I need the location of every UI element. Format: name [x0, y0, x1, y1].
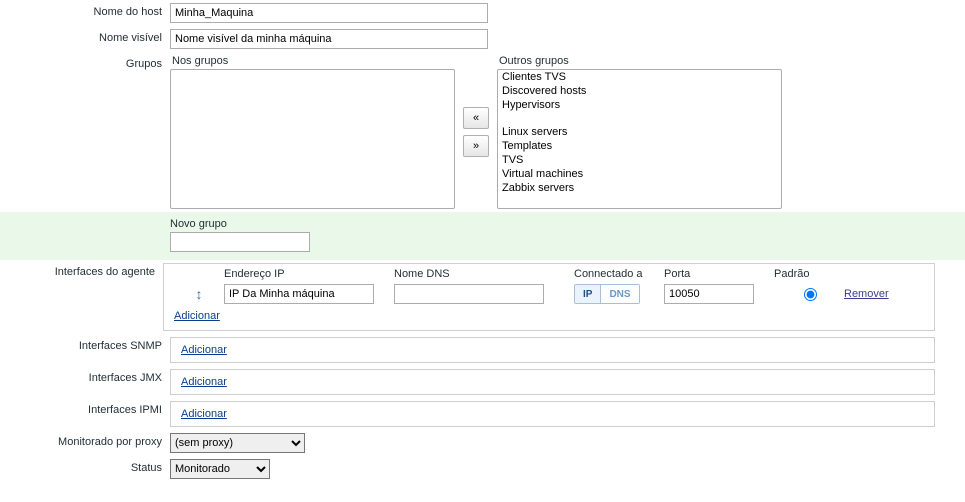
move-right-button[interactable]: »	[463, 135, 489, 157]
header-ip: Endereço IP	[224, 268, 394, 280]
move-left-button[interactable]: «	[463, 107, 489, 129]
label-proxy: Monitorado por proxy	[0, 433, 170, 448]
group-option[interactable]: Discovered hosts	[498, 84, 781, 98]
connect-ip-option[interactable]: IP	[575, 285, 601, 303]
label-in-groups: Nos grupos	[170, 55, 455, 67]
group-option[interactable]: Zabbix servers	[498, 181, 781, 195]
add-jmx-interface-link[interactable]: Adicionar	[181, 376, 227, 388]
add-agent-interface-link[interactable]: Adicionar	[174, 310, 220, 322]
drag-handle-icon[interactable]: ↕	[174, 286, 224, 302]
group-option[interactable]: Virtual machines	[498, 167, 781, 181]
other-groups-select[interactable]: Clientes TVS Discovered hosts Hypervisor…	[497, 69, 782, 209]
default-interface-radio[interactable]	[804, 288, 817, 301]
group-option[interactable]: Linux servers	[498, 125, 781, 139]
label-ipmi-interfaces: Interfaces IPMI	[0, 401, 170, 416]
header-default: Padrão	[774, 268, 844, 280]
group-option[interactable]: Hypervisors	[498, 98, 781, 112]
group-option[interactable]: Clientes TVS	[498, 70, 781, 84]
header-connect: Connectado a	[574, 268, 664, 280]
remove-interface-link[interactable]: Remover	[844, 288, 889, 300]
dns-name-input[interactable]	[394, 284, 544, 304]
label-other-groups: Outros grupos	[497, 55, 782, 67]
connect-to-toggle[interactable]: IP DNS	[574, 284, 640, 304]
header-port: Porta	[664, 268, 774, 280]
connect-dns-option[interactable]: DNS	[601, 285, 638, 303]
label-status: Status	[0, 459, 170, 474]
label-new-group: Novo grupo	[170, 218, 965, 230]
new-group-input[interactable]	[170, 232, 310, 252]
label-visible-name: Nome visível	[0, 29, 170, 44]
port-input[interactable]	[664, 284, 754, 304]
add-ipmi-interface-link[interactable]: Adicionar	[181, 408, 227, 420]
status-select[interactable]: Monitorado	[170, 459, 270, 479]
label-jmx-interfaces: Interfaces JMX	[0, 369, 170, 384]
header-dns: Nome DNS	[394, 268, 574, 280]
group-option[interactable]: TVS	[498, 153, 781, 167]
add-snmp-interface-link[interactable]: Adicionar	[181, 344, 227, 356]
visible-name-input[interactable]	[170, 29, 488, 49]
label-groups: Grupos	[0, 55, 170, 70]
in-groups-select[interactable]	[170, 69, 455, 209]
group-option[interactable]: Templates	[498, 139, 781, 153]
ip-address-input[interactable]	[224, 284, 374, 304]
label-agent-interfaces: Interfaces do agente	[0, 263, 163, 278]
proxy-select[interactable]: (sem proxy)	[170, 433, 305, 453]
group-option	[498, 112, 781, 125]
label-host-name: Nome do host	[0, 3, 170, 18]
label-snmp-interfaces: Interfaces SNMP	[0, 337, 170, 352]
host-name-input[interactable]	[170, 3, 488, 23]
